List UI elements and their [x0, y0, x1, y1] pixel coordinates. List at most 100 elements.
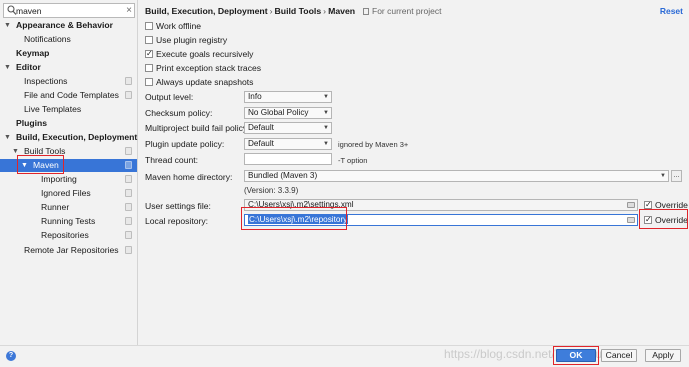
tree-item-label: Editor: [16, 62, 41, 72]
tree-item-editor[interactable]: ▼ Editor: [0, 61, 137, 74]
settings-search-box[interactable]: ×: [3, 3, 135, 18]
checkbox-label: Work offline: [156, 21, 202, 31]
tree-item-importing[interactable]: Importing: [0, 173, 137, 186]
clear-search-icon[interactable]: ×: [126, 4, 132, 17]
multiproject-fail-policy-select[interactable]: Default ▼: [244, 122, 332, 134]
help-icon[interactable]: ?: [6, 351, 16, 361]
checksum-policy-select[interactable]: No Global Policy ▼: [244, 107, 332, 119]
checkbox-box[interactable]: [145, 36, 153, 44]
plugin-update-policy-label: Plugin update policy:: [145, 139, 225, 149]
maven-version-text: (Version: 3.3.9): [244, 186, 299, 195]
chevron-down-icon: ▼: [660, 173, 666, 179]
checkbox-box-checked[interactable]: [145, 48, 153, 59]
tree-item-label: Importing: [41, 174, 77, 184]
folder-icon[interactable]: [627, 202, 635, 208]
project-scope-note: For current project: [363, 6, 441, 16]
cancel-button[interactable]: Cancel: [601, 349, 637, 362]
collapse-arrow-icon[interactable]: ▼: [4, 61, 11, 74]
tree-item-label: Ignored Files: [41, 188, 91, 198]
project-scope-icon: [125, 161, 132, 169]
plugin-update-hint: ignored by Maven 3+: [338, 140, 409, 149]
tree-item-label: Appearance & Behavior: [16, 20, 113, 30]
tree-item-plugins[interactable]: Plugins: [0, 117, 137, 130]
tree-item-build-execution-deployment[interactable]: ▼ Build, Execution, Deployment: [0, 131, 137, 144]
checkbox-box-checked[interactable]: [644, 214, 652, 225]
tree-item-notifications[interactable]: Notifications: [0, 33, 137, 46]
checkbox-label: Use plugin registry: [156, 35, 228, 45]
maven-home-label: Maven home directory:: [145, 172, 233, 182]
collapse-arrow-icon[interactable]: ▼: [21, 159, 28, 172]
checkbox-label: Print exception stack traces: [156, 63, 262, 73]
tree-item-build-tools[interactable]: ▼ Build Tools: [0, 145, 137, 158]
checkbox-label: Execute goals recursively: [156, 49, 254, 59]
tree-item-inspections[interactable]: Inspections: [0, 75, 137, 88]
project-scope-icon: [125, 147, 132, 155]
tree-item-label: Maven: [33, 160, 59, 170]
thread-count-input[interactable]: [244, 153, 332, 165]
breadcrumb: Build, Execution, Deployment › Build Tools…: [145, 6, 355, 16]
project-scope-icon: [363, 8, 369, 15]
breadcrumb-separator: ›: [323, 6, 327, 16]
folder-icon[interactable]: [627, 217, 635, 223]
breadcrumb-item: Maven: [328, 6, 356, 16]
tree-item-live-templates[interactable]: Live Templates: [0, 103, 137, 116]
output-level-select[interactable]: Info ▼: [244, 91, 332, 103]
settings-dialog: × ▼ Appearance & Behavior Notifications …: [0, 0, 689, 367]
maven-home-select[interactable]: Bundled (Maven 3) ▼: [244, 170, 669, 182]
tree-item-maven[interactable]: ▼ Maven: [0, 159, 137, 172]
select-value: Default: [248, 139, 274, 148]
checksum-policy-label: Checksum policy:: [145, 108, 213, 118]
checkbox-label: Override: [655, 215, 688, 225]
output-level-label: Output level:: [145, 92, 194, 102]
ok-button[interactable]: OK: [556, 349, 596, 362]
tree-item-file-templates[interactable]: File and Code Templates: [0, 89, 137, 102]
project-scope-icon: [125, 77, 132, 85]
checkbox-label: Override: [655, 200, 688, 210]
tree-item-label: Live Templates: [24, 104, 82, 114]
thread-count-hint: -T option: [338, 156, 368, 165]
project-scope-icon: [125, 189, 132, 197]
checkbox-box[interactable]: [145, 78, 153, 86]
search-input[interactable]: [16, 5, 116, 16]
local-repository-input[interactable]: C:\Users\xsj\.m2\repository: [244, 214, 638, 226]
project-scope-text: For current project: [372, 6, 442, 16]
tree-item-label: Repositories: [41, 230, 89, 240]
tree-item-label: Keymap: [16, 48, 50, 58]
user-settings-label: User settings file:: [145, 201, 211, 211]
tree-item-repositories[interactable]: Repositories: [0, 229, 137, 242]
tree-item-remote-jar[interactable]: Remote Jar Repositories: [0, 244, 137, 257]
chevron-down-icon: ▼: [323, 94, 329, 100]
reset-link[interactable]: Reset: [660, 6, 683, 16]
user-settings-input[interactable]: C:\Users\xsj\.m2\settings.xml: [244, 199, 638, 211]
collapse-arrow-icon[interactable]: ▼: [4, 19, 11, 32]
local-repository-label: Local repository:: [145, 216, 209, 226]
collapse-arrow-icon[interactable]: ▼: [12, 145, 19, 158]
checkbox-box[interactable]: [145, 22, 153, 30]
checkbox-box-checked[interactable]: [644, 199, 652, 210]
project-scope-icon: [125, 246, 132, 254]
tree-item-running-tests[interactable]: Running Tests: [0, 215, 137, 228]
tree-item-label: Build Tools: [24, 146, 66, 156]
tree-item-label: Build, Execution, Deployment: [16, 132, 138, 142]
input-value-selected: C:\Users\xsj\.m2\repository: [248, 215, 349, 224]
multiproject-fail-policy-label: Multiproject build fail policy:: [145, 123, 250, 133]
collapse-arrow-icon[interactable]: ▼: [4, 131, 11, 144]
tree-item-label: Running Tests: [41, 216, 96, 226]
checkbox-box[interactable]: [145, 64, 153, 72]
tree-item-label: Notifications: [24, 34, 71, 44]
select-value: Default: [248, 123, 274, 132]
tree-item-runner[interactable]: Runner: [0, 201, 137, 214]
apply-button[interactable]: Apply: [645, 349, 681, 362]
tree-item-label: Inspections: [24, 76, 68, 86]
project-scope-icon: [125, 231, 132, 239]
tree-item-ignored-files[interactable]: Ignored Files: [0, 187, 137, 200]
plugin-update-policy-select[interactable]: Default ▼: [244, 138, 332, 150]
tree-item-keymap[interactable]: Keymap: [0, 47, 137, 60]
select-value: No Global Policy: [248, 108, 309, 117]
chevron-down-icon: ▼: [323, 125, 329, 131]
browse-maven-home-button[interactable]: ...: [671, 170, 682, 182]
tree-item-label: File and Code Templates: [24, 90, 119, 100]
checkbox-label: Always update snapshots: [156, 77, 254, 87]
tree-item-appearance[interactable]: ▼ Appearance & Behavior: [0, 19, 137, 32]
thread-count-label: Thread count:: [145, 155, 199, 165]
